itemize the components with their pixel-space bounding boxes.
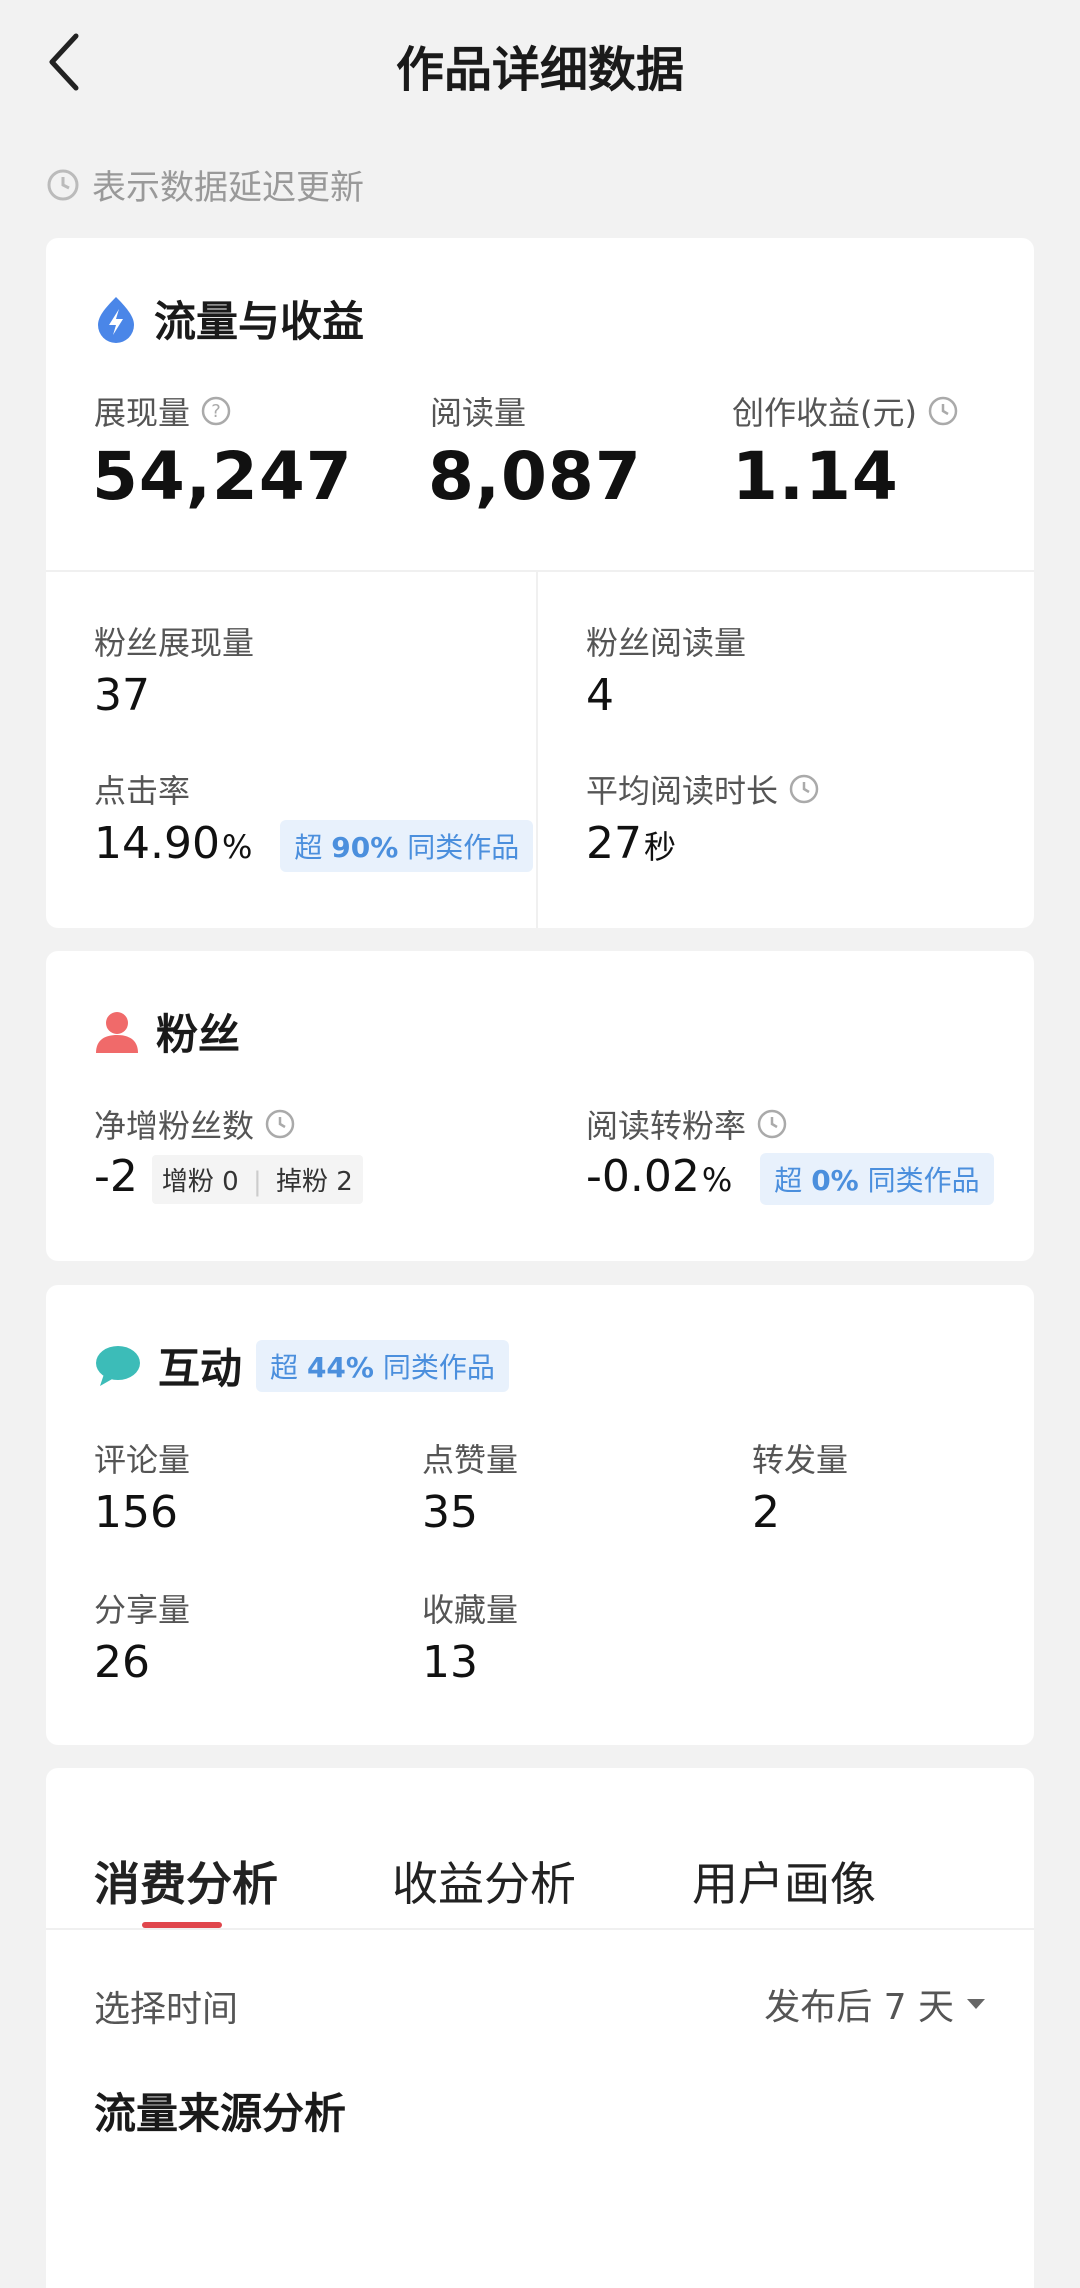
favorites-label: 收藏量 — [422, 1591, 519, 1629]
favorites-value: 13 — [422, 1637, 478, 1688]
read-to-fan-rate-label: 阅读转粉率 — [586, 1101, 788, 1147]
fan-reads-value: 4 — [586, 670, 614, 721]
caret-down-icon — [967, 1999, 985, 2009]
likes-value: 35 — [422, 1487, 478, 1538]
interaction-percentile-badge: 超 44% 同类作品 — [256, 1339, 509, 1392]
clock-icon — [789, 774, 819, 804]
traffic-card-title: 流量与收益 — [94, 288, 364, 349]
time-range-dropdown[interactable]: 发布后 7 天 — [764, 1978, 988, 2030]
user-icon — [94, 1009, 140, 1055]
ctr-label: 点击率 — [94, 772, 191, 810]
conv-percentile-badge: 超 0% 同类作品 — [760, 1153, 994, 1205]
clock-icon — [47, 169, 79, 200]
net-fans-value: -2 增粉 0 | 掉粉 2 — [94, 1151, 363, 1204]
avg-read-time-value: 27秒 — [586, 818, 677, 869]
reads-value: 8,087 — [428, 438, 642, 515]
fan-impressions-label: 粉丝展现量 — [94, 624, 255, 662]
chat-bubble-icon — [94, 1344, 142, 1388]
traffic-source-title: 流量来源分析 — [94, 2089, 347, 2138]
tab-consumption-analysis[interactable]: 消费分析 — [94, 1848, 278, 1914]
interaction-card-title: 互动 超 44% 同类作品 — [94, 1335, 509, 1396]
forwards-label: 转发量 — [752, 1441, 849, 1479]
comments-value: 156 — [94, 1487, 178, 1538]
delay-note-text: 表示数据延迟更新 — [92, 168, 364, 208]
likes-label: 点赞量 — [422, 1441, 519, 1479]
tab-user-profile[interactable]: 用户画像 — [692, 1848, 876, 1914]
net-fans-label: 净增粉丝数 — [94, 1101, 296, 1147]
earnings-value: 1.14 — [732, 438, 899, 515]
read-to-fan-rate-value: -0.02% 超 0% 同类作品 — [586, 1151, 994, 1205]
page-title: 作品详细数据 — [395, 42, 684, 98]
shares-value: 26 — [94, 1637, 150, 1688]
divider — [46, 570, 1034, 572]
clock-icon — [757, 1109, 787, 1139]
clock-icon — [928, 396, 958, 426]
avg-read-time-label: 平均阅读时长 — [586, 766, 820, 812]
ctr-percentile-badge: 超 90% 同类作品 — [280, 820, 534, 872]
interaction-card: 互动 超 44% 同类作品 评论量 156 点赞量 35 转发量 2 分享量 2… — [46, 1285, 1034, 1745]
impressions-label: 展现量 ? — [94, 388, 232, 434]
fans-card: 粉丝 净增粉丝数 -2 增粉 0 | 掉粉 2 阅读转粉率 -0.02% 超 0… — [46, 951, 1034, 1261]
tab-earnings-analysis[interactable]: 收益分析 — [392, 1848, 576, 1914]
divider — [536, 572, 538, 928]
fans-card-title: 粉丝 — [94, 1001, 240, 1062]
flash-drop-icon — [94, 295, 138, 343]
delay-note: 表示数据延迟更新 — [46, 160, 364, 209]
traffic-card: 流量与收益 展现量 ? 54,247 阅读量 8,087 创作收益(元) 1.1… — [46, 238, 1034, 928]
shares-label: 分享量 — [94, 1591, 191, 1629]
help-icon[interactable]: ? — [200, 395, 232, 427]
top-bar: 作品详细数据 — [0, 0, 1080, 125]
divider — [46, 1928, 1034, 1930]
forwards-value: 2 — [752, 1487, 780, 1538]
comments-label: 评论量 — [94, 1441, 191, 1479]
reads-label: 阅读量 — [430, 394, 527, 432]
ctr-value: 14.90% 超 90% 同类作品 — [94, 818, 534, 872]
select-time-label: 选择时间 — [94, 1989, 239, 2030]
impressions-value: 54,247 — [92, 438, 353, 515]
fan-gain-loss-breakdown: 增粉 0 | 掉粉 2 — [151, 1154, 363, 1204]
clock-icon — [265, 1109, 295, 1139]
fan-impressions-value: 37 — [94, 670, 150, 721]
analysis-card: 消费分析 收益分析 用户画像 选择时间 发布后 7 天 流量来源分析 — [46, 1768, 1034, 2288]
fan-reads-label: 粉丝阅读量 — [586, 624, 747, 662]
svg-text:?: ? — [211, 401, 221, 422]
earnings-label: 创作收益(元) — [732, 388, 959, 434]
